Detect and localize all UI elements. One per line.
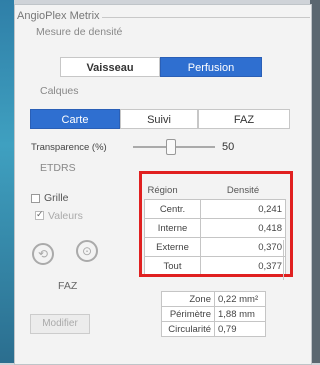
transparency-value: 50 xyxy=(222,141,235,153)
faz-metrics-table: Zone 0,22 mm² Périmètre 1,88 mm Circular… xyxy=(161,291,266,337)
metric-value: 1,88 mm xyxy=(214,306,266,322)
values-checkbox[interactable] xyxy=(35,209,44,220)
metric-value: 0,22 mm² xyxy=(214,291,266,307)
density-cell: 0,418 xyxy=(200,218,286,238)
edit-faz-icon[interactable]: ⊙ xyxy=(76,240,98,262)
tab-vaisseau[interactable]: Vaisseau xyxy=(60,57,160,77)
metric-label: Circularité xyxy=(161,321,215,337)
faz-label: FAZ xyxy=(58,280,78,292)
values-label: Valeurs xyxy=(48,210,83,222)
metric-value: 0,79 xyxy=(214,321,266,337)
region-cell: Tout xyxy=(144,256,201,276)
region-cell: Externe xyxy=(144,237,201,257)
density-cell: 0,370 xyxy=(200,237,286,257)
left-background-strip xyxy=(0,0,14,363)
modify-button[interactable]: Modifier xyxy=(30,314,90,334)
table-row: Tout 0,377 xyxy=(144,256,286,276)
grid-label: Grille xyxy=(44,192,69,204)
divider xyxy=(283,240,284,280)
region-cell: Interne xyxy=(144,218,201,238)
table-row: Périmètre 1,88 mm xyxy=(161,306,266,322)
density-header: Densité xyxy=(226,184,260,196)
table-row: Externe 0,370 xyxy=(144,237,286,257)
table-row: Circularité 0,79 xyxy=(161,321,266,337)
table-row: Centr. 0,241 xyxy=(144,199,286,219)
metric-label: Zone xyxy=(161,291,215,307)
metric-label: Périmètre xyxy=(161,306,215,322)
density-cell: 0,377 xyxy=(200,256,286,276)
density-section-title: Mesure de densité xyxy=(36,26,123,38)
table-row: Zone 0,22 mm² xyxy=(161,291,266,307)
draw-faz-icon[interactable]: ⟲ xyxy=(32,243,54,265)
group-title: AngioPlex Metrix xyxy=(15,10,102,22)
region-cell: Centr. xyxy=(144,199,201,219)
region-density-table: Région Densité Centr. 0,241 Interne 0,41… xyxy=(144,181,286,276)
tab-suivi[interactable]: Suivi xyxy=(120,109,198,129)
tab-perfusion[interactable]: Perfusion xyxy=(160,57,262,77)
etdrs-section-title: ETDRS xyxy=(40,162,76,174)
grid-checkbox[interactable] xyxy=(31,194,40,203)
tab-carte[interactable]: Carte xyxy=(30,109,120,129)
density-cell: 0,241 xyxy=(200,199,286,219)
table-header-row: Région Densité xyxy=(145,181,286,200)
transparency-label: Transparence (%) xyxy=(31,142,107,153)
transparency-slider-thumb[interactable] xyxy=(166,139,176,155)
layers-section-title: Calques xyxy=(40,85,79,97)
table-row: Interne 0,418 xyxy=(144,218,286,238)
region-header: Région xyxy=(147,184,178,196)
tab-faz[interactable]: FAZ xyxy=(198,109,290,129)
